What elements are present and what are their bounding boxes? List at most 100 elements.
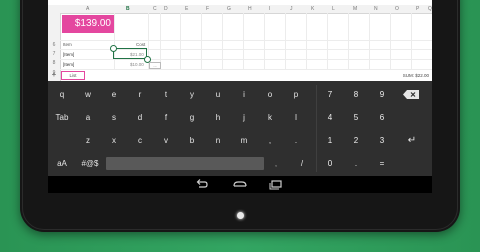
- gridline: [201, 13, 202, 69]
- key-1[interactable]: 1: [317, 129, 343, 152]
- key-h[interactable]: h: [205, 106, 231, 129]
- key-t[interactable]: t: [153, 83, 179, 106]
- key-shift-case[interactable]: aA: [49, 152, 75, 175]
- column-header[interactable]: K: [311, 5, 314, 13]
- row-header[interactable]: 7: [48, 51, 60, 57]
- key-f[interactable]: f: [153, 106, 179, 129]
- key-x[interactable]: x: [101, 129, 127, 152]
- key-s[interactable]: s: [101, 106, 127, 129]
- gridline: [243, 13, 244, 69]
- key-n[interactable]: n: [205, 129, 231, 152]
- gridline: [411, 13, 412, 69]
- key-v[interactable]: v: [153, 129, 179, 152]
- row-header[interactable]: 6: [48, 42, 60, 48]
- selection-handle-top[interactable]: [110, 45, 117, 52]
- gridline: [60, 59, 432, 60]
- column-header[interactable]: M: [353, 5, 357, 13]
- cost-header-cell[interactable]: Cost: [136, 42, 145, 47]
- key-decimal[interactable]: .: [343, 152, 369, 175]
- column-header[interactable]: F: [206, 5, 209, 13]
- key-comma[interactable]: ,: [257, 129, 283, 152]
- add-sheet-button[interactable]: +: [48, 69, 60, 81]
- home-icon[interactable]: [230, 176, 250, 193]
- column-header[interactable]: A: [86, 5, 89, 13]
- enter-key[interactable]: ↵: [403, 129, 421, 152]
- key-2[interactable]: 2: [343, 129, 369, 152]
- back-icon[interactable]: [192, 176, 212, 193]
- key-y[interactable]: y: [179, 83, 205, 106]
- column-header[interactable]: B: [126, 5, 130, 13]
- key-o[interactable]: o: [257, 83, 283, 106]
- gridline: [114, 13, 115, 69]
- item-cell[interactable]: [Item]: [63, 52, 74, 57]
- key-0[interactable]: 0: [317, 152, 343, 175]
- gridline: [60, 69, 432, 70]
- key-6[interactable]: 6: [369, 106, 395, 129]
- column-header[interactable]: N: [374, 5, 378, 13]
- key-slash[interactable]: /: [289, 152, 315, 175]
- row-header[interactable]: 8: [48, 60, 60, 66]
- column-header[interactable]: G: [227, 5, 231, 13]
- key-k[interactable]: k: [257, 106, 283, 129]
- column-header[interactable]: L: [332, 5, 335, 13]
- key-8[interactable]: 8: [343, 83, 369, 106]
- gridline: [306, 13, 307, 69]
- key-9[interactable]: 9: [369, 83, 395, 106]
- key-b[interactable]: b: [179, 129, 205, 152]
- key-q[interactable]: q: [49, 83, 75, 106]
- key-r[interactable]: r: [127, 83, 153, 106]
- item-header-cell[interactable]: Item: [63, 42, 72, 47]
- column-header[interactable]: H: [248, 5, 252, 13]
- key-3[interactable]: 3: [369, 129, 395, 152]
- selection-box: [113, 48, 147, 59]
- sum-status: SUM: $22.00: [402, 73, 429, 78]
- key-period[interactable]: .: [283, 129, 309, 152]
- key-5[interactable]: 5: [343, 106, 369, 129]
- column-header[interactable]: I: [269, 5, 270, 13]
- backspace-icon[interactable]: [403, 90, 419, 99]
- key-z[interactable]: z: [75, 129, 101, 152]
- total-price-cell[interactable]: $139.00: [62, 15, 114, 33]
- key-e[interactable]: e: [101, 83, 127, 106]
- key-a[interactable]: a: [75, 106, 101, 129]
- column-header[interactable]: P: [416, 5, 419, 13]
- column-header[interactable]: O: [395, 5, 399, 13]
- gridline: [222, 13, 223, 69]
- column-header[interactable]: D: [164, 5, 168, 13]
- key-w[interactable]: w: [75, 83, 101, 106]
- key-u[interactable]: u: [205, 83, 231, 106]
- column-header-bar: A B C D E F G H I J K L M N O P Q: [48, 5, 432, 14]
- column-header[interactable]: J: [290, 5, 293, 13]
- item-cell[interactable]: [Item]: [63, 62, 74, 67]
- keyboard-row-3: z x c v b n m , . 1 2 3 ↵: [48, 129, 432, 152]
- gridline: [348, 13, 349, 69]
- key-l[interactable]: l: [283, 106, 309, 129]
- sheet-tab-list[interactable]: List: [61, 71, 85, 80]
- on-screen-keyboard: q w e r t y u i o p 7 8 9 Tab a s d f g …: [48, 81, 432, 176]
- column-header[interactable]: E: [185, 5, 188, 13]
- key-i[interactable]: i: [231, 83, 257, 106]
- gridline: [60, 40, 432, 41]
- gridline: [390, 13, 391, 69]
- context-menu-button[interactable]: ...: [149, 62, 161, 69]
- column-header[interactable]: C: [153, 5, 157, 13]
- key-d[interactable]: d: [127, 106, 153, 129]
- spreadsheet[interactable]: A B C D E F G H I J K L M N O P Q 6 7 8 …: [48, 0, 432, 81]
- recents-icon[interactable]: [266, 176, 286, 193]
- key-j[interactable]: j: [231, 106, 257, 129]
- key-p[interactable]: p: [283, 83, 309, 106]
- spacebar[interactable]: [106, 157, 264, 170]
- key-tab[interactable]: Tab: [49, 106, 75, 129]
- key-equals[interactable]: =: [369, 152, 395, 175]
- keyboard-row-4: aA #@$ , / 0 . =: [48, 152, 432, 175]
- gridline: [264, 13, 265, 69]
- cost-cell[interactable]: $10.00: [130, 62, 144, 67]
- key-g[interactable]: g: [179, 106, 205, 129]
- key-symbols[interactable]: #@$: [77, 152, 103, 175]
- key-m[interactable]: m: [231, 129, 257, 152]
- column-header[interactable]: Q: [428, 5, 432, 13]
- key-4[interactable]: 4: [317, 106, 343, 129]
- key-7[interactable]: 7: [317, 83, 343, 106]
- key-c[interactable]: c: [127, 129, 153, 152]
- key-comma-alt[interactable]: ,: [263, 152, 289, 175]
